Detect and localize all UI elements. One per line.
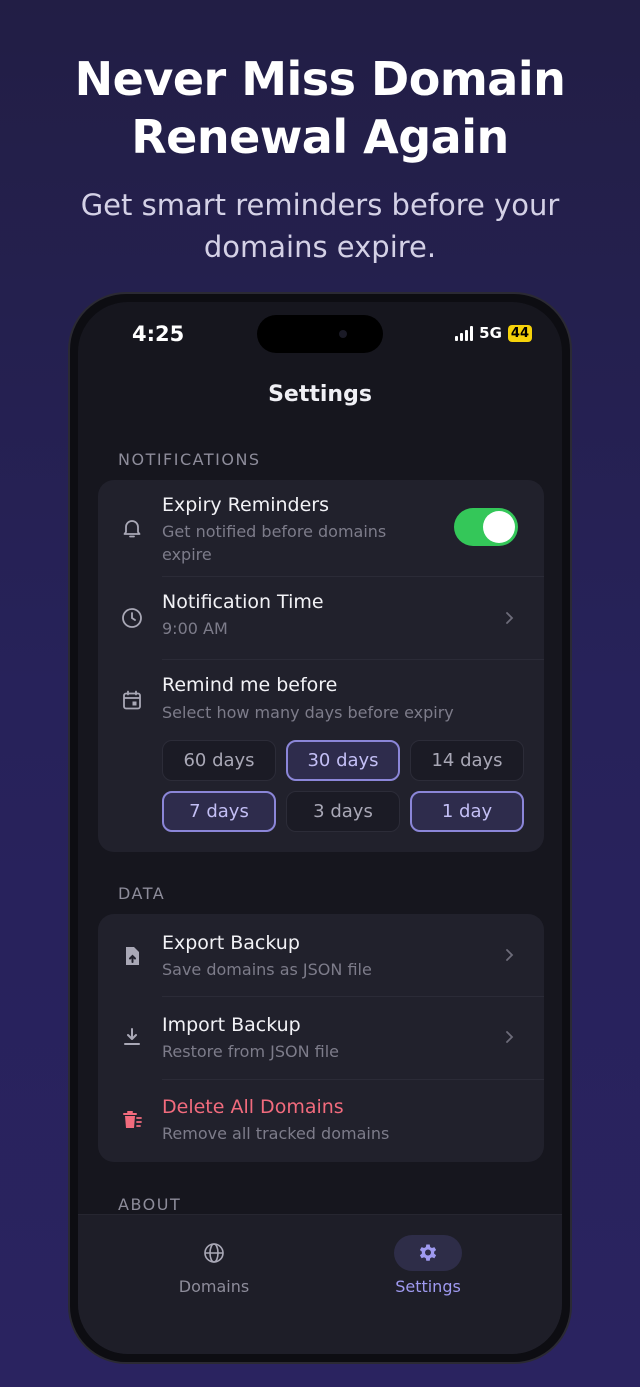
remind-option-14-days[interactable]: 14 days — [410, 740, 524, 781]
remind-before-title: Remind me before — [162, 674, 338, 696]
expiry-reminders-title: Expiry Reminders — [162, 494, 330, 516]
section-label-data: DATA — [118, 884, 166, 903]
file-export-icon — [126, 947, 139, 965]
camera-dot — [339, 330, 347, 338]
battery-icon: 44 — [507, 324, 532, 342]
export-backup-subtitle: Save domains as JSON file — [162, 960, 372, 979]
promo-headline: Never Miss Domain Renewal Again — [0, 50, 640, 166]
chevron-right-icon — [506, 612, 514, 624]
gear-icon — [419, 1244, 437, 1261]
notification-time-value: 9:00 AM — [162, 619, 228, 638]
import-backup-title: Import Backup — [162, 1014, 301, 1036]
globe-icon — [204, 1243, 224, 1263]
expiry-reminders-subtitle-line-1: Get notified before domains — [162, 522, 387, 541]
network-type: 5G — [479, 324, 502, 342]
import-backup-subtitle: Restore from JSON file — [162, 1042, 340, 1061]
headline-line-2: Renewal Again — [131, 110, 509, 164]
section-label-about: ABOUT — [118, 1195, 182, 1214]
calendar-icon — [123, 690, 141, 710]
remind-option-3-days[interactable]: 3 days — [286, 791, 400, 832]
delete-all-domains-subtitle: Remove all tracked domains — [162, 1124, 390, 1143]
phone-screen: 4:25 5G 44 Settings NOTIFICATIONS Expiry… — [78, 302, 562, 1354]
remind-option-60-days[interactable]: 60 days — [162, 740, 276, 781]
tab-domains[interactable]: Domains — [154, 1235, 274, 1296]
remind-option-7-days[interactable]: 7 days — [162, 791, 276, 832]
clock-icon — [122, 608, 142, 628]
dynamic-island — [257, 315, 383, 353]
tab-settings[interactable]: Settings — [368, 1235, 488, 1296]
page-title: Settings — [268, 382, 372, 407]
subhead-line-1: Get smart reminders before your — [80, 188, 560, 222]
import-backup-row[interactable]: Import Backup Restore from JSON file — [98, 997, 544, 1079]
export-backup-row[interactable]: Export Backup Save domains as JSON file — [98, 914, 544, 996]
remind-before-row: Remind me before Select how many days be… — [98, 660, 544, 852]
remind-option-30-days[interactable]: 30 days — [286, 740, 400, 781]
notifications-card: Expiry Reminders Get notified before dom… — [98, 480, 544, 852]
phone-frame: 4:25 5G 44 Settings NOTIFICATIONS Expiry… — [68, 292, 572, 1364]
signal-icon — [455, 325, 474, 341]
subhead-line-2: domains expire. — [203, 230, 437, 264]
notification-time-title: Notification Time — [162, 591, 324, 613]
remind-option-1-day[interactable]: 1 day — [410, 791, 524, 832]
expiry-reminders-row[interactable]: Expiry Reminders Get notified before dom… — [98, 480, 544, 576]
toggle-knob — [483, 511, 515, 543]
expiry-reminders-subtitle: Get notified before domains expire — [162, 520, 386, 566]
chevron-right-icon — [506, 949, 514, 961]
delete-all-domains-title: Delete All Domains — [162, 1096, 344, 1118]
bell-icon — [123, 520, 141, 538]
trash-icon — [123, 1111, 142, 1128]
tab-settings-label: Settings — [395, 1277, 461, 1296]
notification-time-row[interactable]: Notification Time 9:00 AM — [98, 577, 544, 659]
status-time: 4:25 — [132, 322, 185, 346]
chevron-right-icon — [506, 1031, 514, 1043]
delete-all-domains-row[interactable]: Delete All Domains Remove all tracked do… — [98, 1080, 544, 1162]
status-indicators: 5G 44 — [455, 324, 532, 342]
headline-line-1: Never Miss Domain — [74, 52, 566, 106]
promo-subhead: Get smart reminders before your domains … — [40, 184, 600, 268]
download-icon — [124, 1028, 140, 1045]
tab-domains-icon-wrap — [180, 1235, 248, 1271]
section-label-notifications: NOTIFICATIONS — [118, 450, 261, 469]
remind-before-subtitle: Select how many days before expiry — [162, 703, 454, 722]
expiry-reminders-subtitle-line-2: expire — [162, 545, 212, 564]
tab-domains-label: Domains — [178, 1277, 250, 1296]
export-backup-title: Export Backup — [162, 932, 300, 954]
tab-bar: Domains Settings — [78, 1214, 562, 1354]
data-card: Export Backup Save domains as JSON file … — [98, 914, 544, 1162]
expiry-reminders-toggle[interactable] — [454, 508, 518, 546]
tab-settings-icon-wrap — [394, 1235, 462, 1271]
